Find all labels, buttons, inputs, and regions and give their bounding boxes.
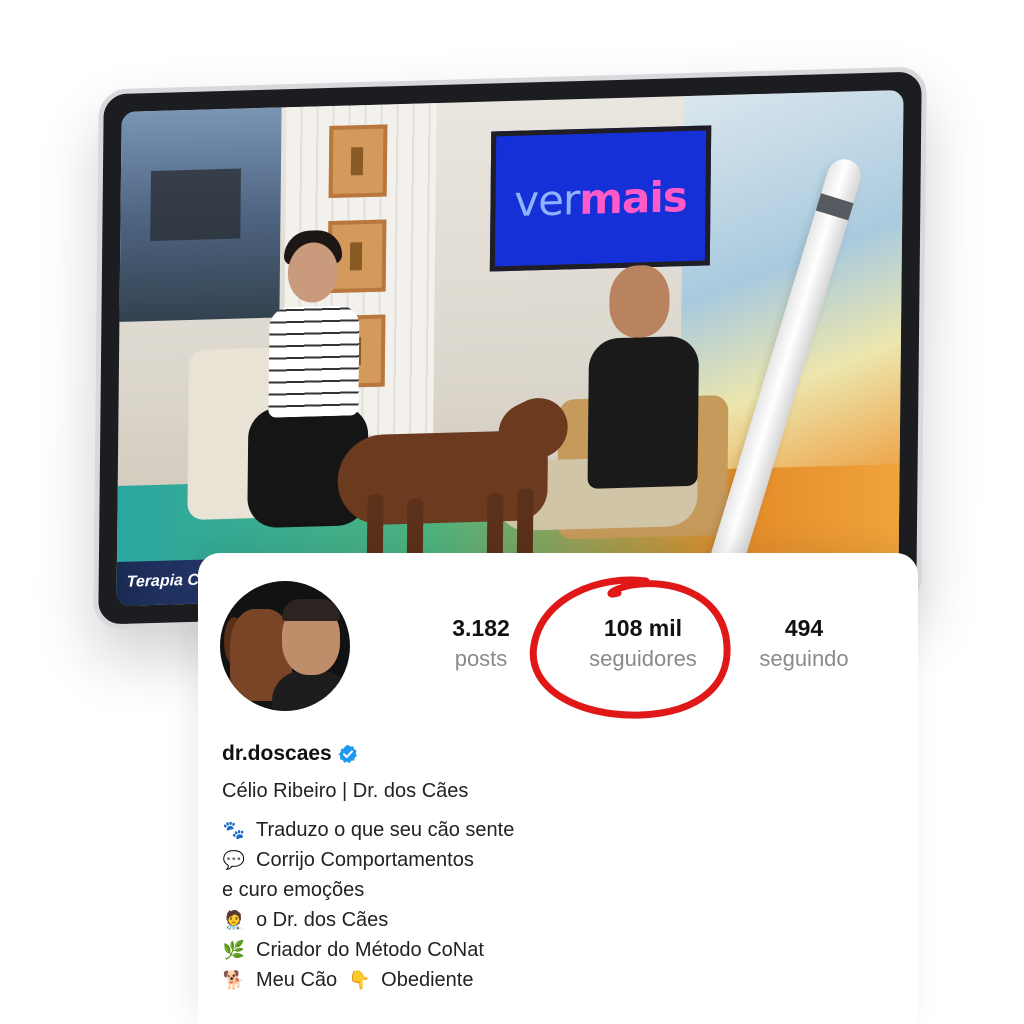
host-woman-blouse <box>268 305 360 418</box>
stat-followers-count: 108 mil <box>604 615 682 641</box>
avatar-man-hair <box>282 599 340 621</box>
studio-window-backdrop <box>119 107 282 322</box>
stat-followers[interactable]: 108 mil seguidores <box>568 615 718 672</box>
paw-prints-icon: 🐾 <box>222 820 246 840</box>
stat-followers-label: seguidores <box>589 646 697 671</box>
studio-tv: vermais <box>489 125 712 272</box>
bio-line: 🌿 Criador do Método CoNat <box>222 935 514 965</box>
bio-line: 💬 Corrijo Comportamentos <box>222 845 514 875</box>
stat-posts[interactable]: 3.182 posts <box>436 615 526 672</box>
bio: 🐾 Traduzo o que seu cão sente 💬 Corrijo … <box>222 815 514 995</box>
profile-card: 3.182 posts 108 mil seguidores 494 segui… <box>198 553 918 1024</box>
bio-line: 🐕 Meu Cão 👇 Obediente <box>222 965 514 995</box>
stylus-band <box>815 193 854 221</box>
herb-icon: 🌿 <box>222 940 246 960</box>
stat-posts-label: posts <box>454 646 508 671</box>
stat-following[interactable]: 494 seguindo <box>744 615 864 672</box>
stat-posts-count: 3.182 <box>452 615 510 641</box>
avatar-man-shirt <box>272 671 350 711</box>
full-name: Célio Ribeiro | Dr. dos Cães <box>222 780 469 802</box>
bio-text: Criador do Método CoNat <box>256 939 484 961</box>
bio-text: Corrijo Comportamentos <box>256 849 474 871</box>
bio-line: e curo emoções <box>222 875 514 905</box>
username-row: dr.doscaes <box>222 742 358 766</box>
guest-man-head <box>609 264 670 339</box>
verified-badge-icon <box>338 744 357 764</box>
pointing-down-icon: 👇 <box>347 970 371 990</box>
doctor-icon: 🧑‍⚕️ <box>222 910 246 930</box>
bio-text: Meu Cão <box>256 969 338 991</box>
bio-line: 🧑‍⚕️ o Dr. dos Cães <box>222 905 514 935</box>
guest-man <box>587 335 700 489</box>
bio-text: e curo emoções <box>222 879 365 901</box>
username[interactable]: dr.doscaes <box>222 742 332 766</box>
speech-bubble-icon: 💬 <box>222 850 246 870</box>
backdrop-building <box>150 168 241 242</box>
bio-text: Obediente <box>381 969 474 991</box>
stat-following-label: seguindo <box>759 646 849 671</box>
bio-line: 🐾 Traduzo o que seu cão sente <box>222 815 515 845</box>
studio-tv-logo: vermais <box>514 171 688 226</box>
bio-text: o Dr. dos Cães <box>256 909 389 931</box>
avatar[interactable] <box>220 581 350 711</box>
shelf-niche <box>328 124 388 199</box>
dog-icon: 🐕 <box>222 970 246 990</box>
stat-following-count: 494 <box>784 615 824 641</box>
bio-text: Traduzo o que seu cão sente <box>256 819 515 841</box>
